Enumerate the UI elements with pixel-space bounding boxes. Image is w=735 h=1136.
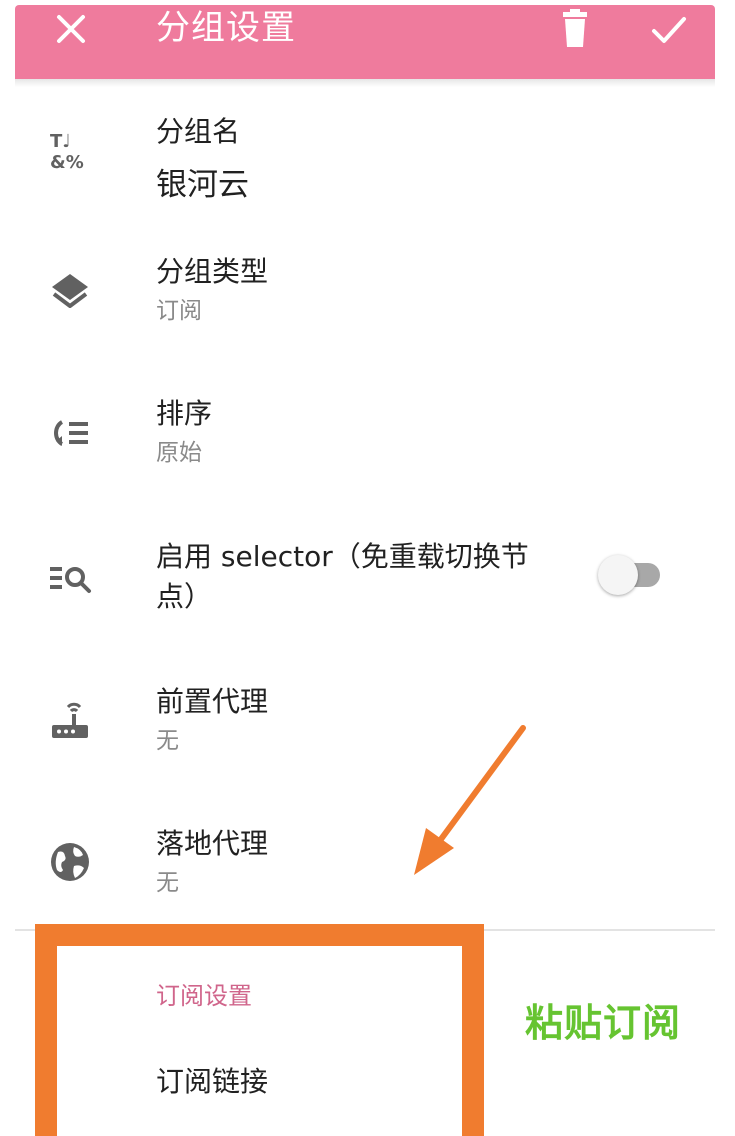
setting-group-name[interactable]: T♩ &% 分组名 银河云 xyxy=(0,110,735,220)
setting-title: 分组类型 xyxy=(156,255,269,288)
svg-text:T♩: T♩ xyxy=(50,131,71,152)
router-icon xyxy=(52,702,88,738)
annotation-highlight-box xyxy=(35,924,484,1136)
setting-subtitle: 订阅 xyxy=(156,298,202,324)
setting-title: 前置代理 xyxy=(156,685,269,718)
setting-title: 排序 xyxy=(156,397,213,430)
svg-text:&%: &% xyxy=(50,152,84,172)
setting-title: 启用 selector（免重载切换节 xyxy=(156,540,529,573)
selector-toggle[interactable] xyxy=(598,553,664,597)
page-title: 分组设置 xyxy=(156,8,296,48)
setting-title: 落地代理 xyxy=(156,827,269,860)
filter-search-icon xyxy=(50,567,91,593)
annotation-paste-label: 粘贴订阅 xyxy=(525,1001,682,1045)
sort-icon xyxy=(54,420,88,446)
setting-group-type[interactable]: 分组类型 订阅 xyxy=(0,250,735,350)
annotation-arrow-icon xyxy=(414,725,526,875)
setting-subtitle: 无 xyxy=(156,728,179,754)
setting-front-proxy[interactable]: 前置代理 无 xyxy=(0,680,735,780)
setting-title-continued: 点） xyxy=(156,580,213,613)
toggle-thumb xyxy=(598,555,638,595)
layers-icon xyxy=(52,274,88,308)
app-bar-shadow xyxy=(15,79,715,87)
close-icon[interactable] xyxy=(51,9,91,49)
globe-icon xyxy=(51,843,89,881)
setting-subtitle: 原始 xyxy=(156,440,202,466)
delete-icon[interactable] xyxy=(560,9,590,49)
setting-title: 分组名 xyxy=(156,115,241,148)
setting-landing-proxy[interactable]: 落地代理 无 xyxy=(0,822,735,922)
setting-subtitle: 无 xyxy=(156,870,179,896)
text-format-icon: T♩ &% xyxy=(50,131,84,172)
setting-sort[interactable]: 排序 原始 xyxy=(0,392,735,492)
check-icon[interactable] xyxy=(649,10,689,50)
app-bar: 分组设置 xyxy=(15,5,715,79)
group-name-value: 银河云 xyxy=(156,167,249,203)
